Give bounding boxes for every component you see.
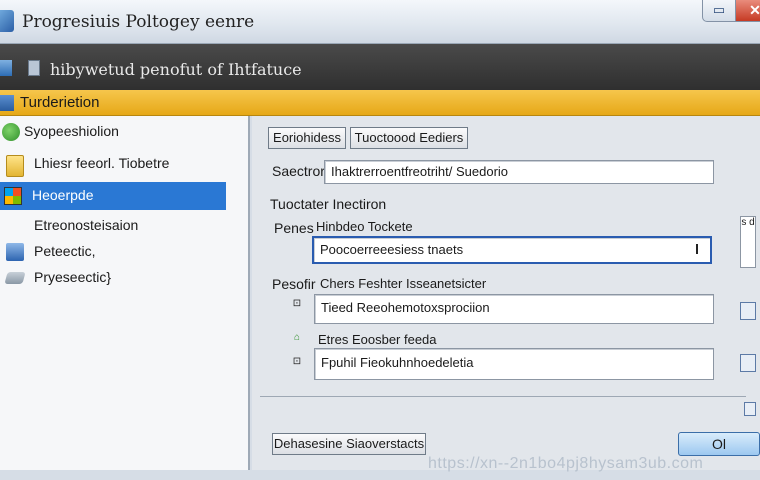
window-title: Progresiuis Poltogey eenre — [22, 12, 255, 32]
section-heading: Tuoctater Inectiron — [270, 196, 387, 212]
sidebar-item-3[interactable]: Etreonosteisaion — [0, 212, 226, 240]
sidebar-item-label: Lhiesr feeorl. Tiobetre — [34, 155, 170, 171]
sidebar-item-2[interactable]: Heoerpde — [0, 182, 226, 210]
sidebar-item-4[interactable]: Peteectic, — [0, 238, 226, 266]
sidebar-item-label: Etreonosteisaion — [34, 217, 139, 233]
person-icon[interactable] — [744, 402, 756, 416]
sidebar-item-0[interactable]: Syopeeshiolion — [0, 118, 226, 146]
row1-field[interactable]: Tieed Reeohemotoxsprociion — [314, 294, 714, 324]
watermark-text: https://xn--2n1bo4pj8hysam3ub.com — [428, 455, 704, 472]
row2-field[interactable]: Fpuhil Fieokuhnhoedeletia — [314, 348, 714, 380]
ok-button[interactable]: Ol — [678, 432, 760, 456]
parent-value: Poocoerreeesiess tnaets — [320, 242, 464, 257]
title-bar: Progresiuis Poltogey eenre ▭ ✕ — [0, 0, 760, 44]
document-icon — [28, 60, 40, 76]
profile-sublabel: Chers Feshter Isseanetsicter — [320, 276, 487, 291]
windows-icon — [4, 187, 22, 205]
sidebar-item-label: Heoerpde — [32, 187, 94, 203]
side-image-icon[interactable] — [740, 354, 756, 372]
parent-field[interactable]: Poocoerreeesiess tnaets — [312, 236, 712, 264]
row2-icon: ⊡ — [292, 356, 302, 367]
search-field[interactable]: Ihaktrerroentfreotriht/ Suedorio — [324, 160, 714, 184]
divider — [260, 396, 746, 397]
header-text: hibywetud penofut of Ihtfatuce — [50, 60, 302, 79]
leaf-icon — [2, 123, 20, 141]
back-icon[interactable] — [0, 60, 12, 76]
sidebar-item-5[interactable]: Pryeseectic} — [0, 264, 226, 292]
search-value: Ihaktrerroentfreotriht/ Suedorio — [331, 164, 509, 179]
side-image-icon[interactable] — [740, 302, 756, 320]
sidebar: Syopeeshiolion Lhiesr feeorl. Tiobetre H… — [0, 116, 250, 470]
parent-label: Penes — [274, 220, 314, 236]
sidebar-item-label: Pryeseectic} — [34, 269, 112, 285]
section-title: Turderietion — [20, 94, 100, 111]
tab-button-2[interactable]: Tuoctoood Eediers — [350, 127, 468, 149]
row2-value: Fpuhil Fieokuhnhoedeletia — [321, 355, 474, 370]
section-icon — [0, 95, 14, 111]
row1-value: Tieed Reeohemotoxsprociion — [321, 300, 490, 315]
restore-button[interactable]: ▭ — [702, 0, 736, 22]
row1-icon: ⊡ — [292, 298, 302, 309]
header-bar: hibywetud penofut of Ihtfatuce — [0, 44, 760, 90]
app-icon — [0, 10, 14, 32]
folder-icon — [6, 155, 24, 177]
sidebar-item-label: Syopeeshiolion — [24, 123, 119, 139]
side-scroll-box[interactable]: s d — [740, 216, 756, 268]
section-bar: Turderietion — [0, 90, 760, 116]
search-label: Saectrory — [272, 163, 332, 179]
computer-icon — [6, 243, 24, 261]
row2-sublabel: Etres Eoosber feeda — [318, 332, 437, 347]
bottom-button[interactable]: Dehasesine Siaoverstacts — [272, 433, 426, 455]
profile-label: Pesofir — [272, 276, 316, 292]
text-caret — [696, 244, 704, 254]
side-label: s d — [741, 217, 755, 228]
lock-icon: ⌂ — [293, 332, 301, 343]
sidebar-item-1[interactable]: Lhiesr feeorl. Tiobetre — [0, 150, 226, 178]
parent-sublabel: Hinbdeo Tockete — [316, 219, 413, 234]
sidebar-item-label: Peteectic, — [34, 243, 96, 259]
close-button[interactable]: ✕ — [735, 0, 760, 22]
drive-icon — [4, 272, 26, 284]
tab-button-1[interactable]: Eoriohidess — [268, 127, 346, 149]
